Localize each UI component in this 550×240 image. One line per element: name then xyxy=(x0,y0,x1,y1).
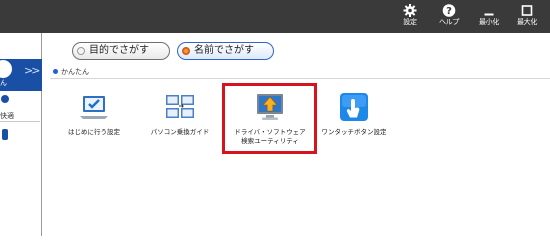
radio-unselected-icon xyxy=(77,47,85,55)
sidebar-item-kantan[interactable]: >> ん xyxy=(0,59,42,91)
maximize-icon xyxy=(521,5,533,16)
app-label: ワンタッチボタン設定 xyxy=(321,128,387,136)
top-toolbar: 設定 ? ヘルプ 最小化 最大化 xyxy=(0,0,550,33)
sidebar-divider xyxy=(0,121,40,122)
radio-selected-icon xyxy=(182,47,190,55)
app-initial-setup[interactable]: はじめに行う設定 xyxy=(62,92,126,152)
pc-transfer-icon xyxy=(166,95,194,118)
tab-search-by-name[interactable]: 名前でさがす xyxy=(177,42,274,60)
laptop-check-icon xyxy=(80,96,108,119)
bullet-icon xyxy=(53,69,58,74)
tab-search-by-purpose[interactable]: 目的でさがす xyxy=(72,42,170,60)
highlight-box xyxy=(222,83,317,154)
app-label: はじめに行う設定 xyxy=(68,128,120,136)
help-icon: ? xyxy=(442,4,456,17)
svg-text:?: ? xyxy=(446,6,452,17)
app-pc-transfer-guide[interactable]: パソコン乗換ガイド xyxy=(146,92,214,152)
gear-icon xyxy=(403,4,417,17)
sidebar-item-label: 快適 xyxy=(0,112,14,120)
minimize-icon xyxy=(484,13,494,16)
minimize-button[interactable]: 最小化 xyxy=(474,3,504,31)
settings-button[interactable]: 設定 xyxy=(395,3,425,31)
app-label: パソコン乗換ガイド xyxy=(150,128,210,136)
section-divider xyxy=(50,78,550,79)
maximize-label: 最大化 xyxy=(516,18,538,26)
sidebar-item-icon xyxy=(0,60,12,78)
sidebar: >> ん 快適 xyxy=(0,33,42,236)
minimize-label: 最小化 xyxy=(478,18,500,26)
tab-label: 目的でさがす xyxy=(89,45,149,56)
help-label: ヘルプ xyxy=(438,18,460,26)
person-icon xyxy=(1,95,9,103)
app-one-touch-button-settings[interactable]: ワンタッチボタン設定 xyxy=(319,92,389,152)
tool-icon xyxy=(2,129,8,140)
maximize-button[interactable]: 最大化 xyxy=(512,3,542,31)
chevron-right-icon: >> xyxy=(24,64,41,77)
one-touch-button-icon xyxy=(340,93,368,121)
section-title: かんたん xyxy=(61,68,89,76)
sidebar-item-label: ん xyxy=(0,79,7,87)
help-button[interactable]: ? ヘルプ xyxy=(434,3,464,31)
settings-label: 設定 xyxy=(403,18,417,26)
sidebar-item-comfort[interactable]: 快適 xyxy=(0,111,14,121)
tab-label: 名前でさがす xyxy=(194,45,254,56)
